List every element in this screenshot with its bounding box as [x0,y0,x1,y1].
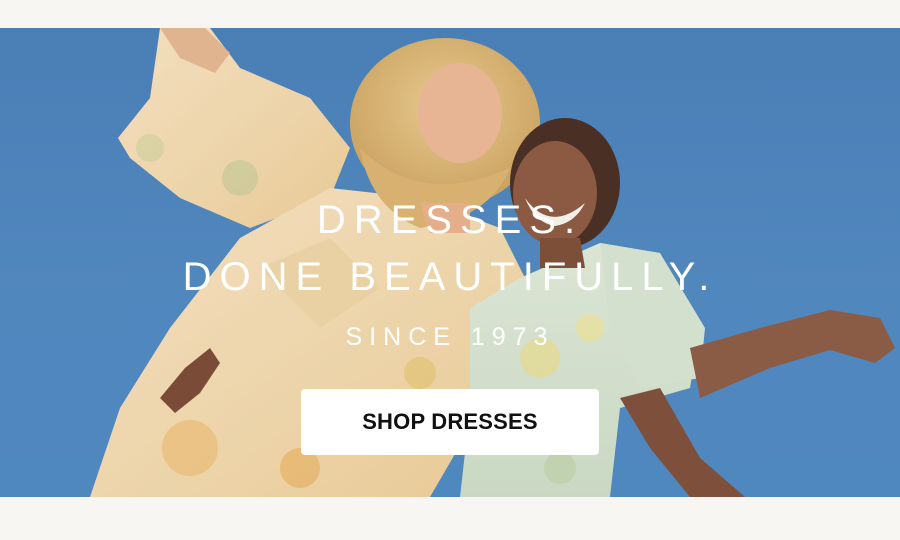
bottom-margin [0,497,900,540]
top-margin [0,0,900,28]
page: DRESSES. DONE BEAUTIFULLY. SINCE 1973 SH… [0,0,900,540]
hero-banner[interactable]: DRESSES. DONE BEAUTIFULLY. SINCE 1973 SH… [0,28,900,497]
headline-line-1: DRESSES. [316,198,584,242]
tagline: SINCE 1973 [345,323,555,351]
shop-dresses-button[interactable]: SHOP DRESSES [301,389,599,455]
headline-line-2: DONE BEAUTIFULLY. [182,255,718,299]
